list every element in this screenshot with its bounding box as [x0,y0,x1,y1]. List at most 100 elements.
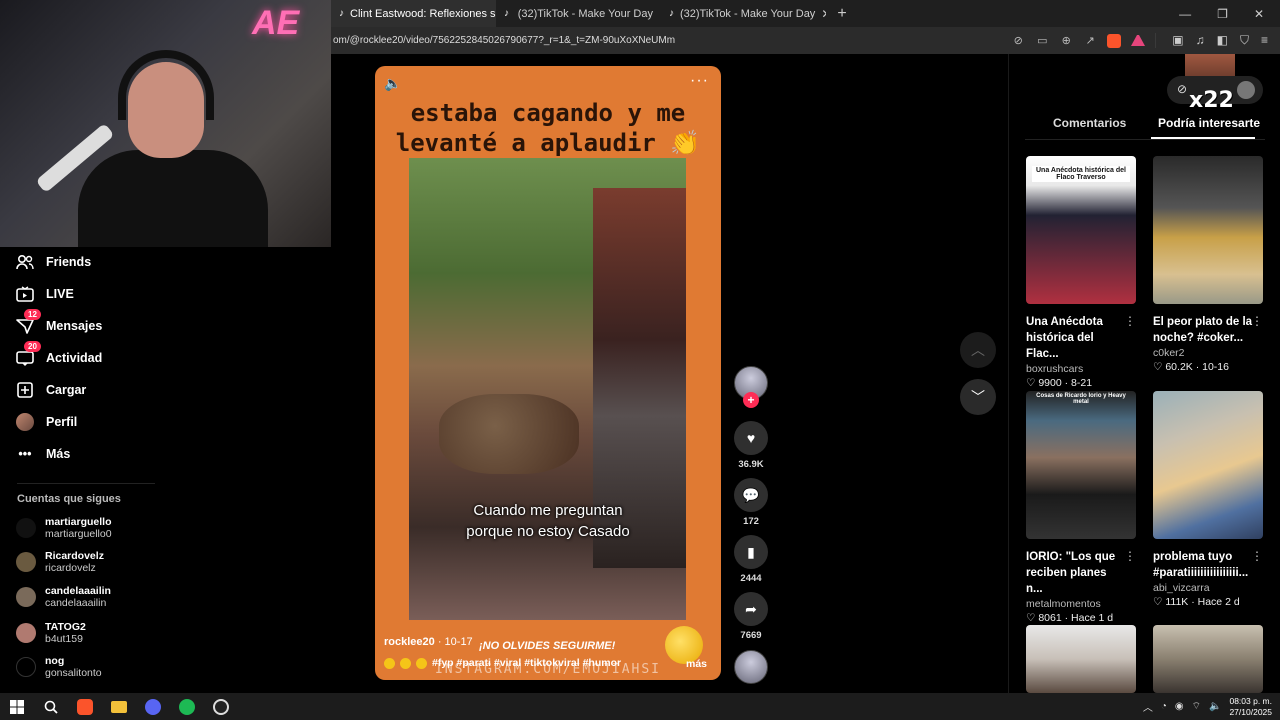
expand-description-button[interactable]: más [686,658,707,670]
vpn-icon[interactable]: ⛉ [1240,33,1249,48]
network-icon[interactable]: ◔ [1161,701,1167,712]
translate-icon[interactable]: ⊘ [1011,34,1025,47]
suggested-video-card[interactable]: problema tuyo #paratiiiiiiiiiiiiiiii... … [1153,391,1265,608]
like-button[interactable]: ♥ 36.9K [734,421,768,470]
zoom-icon[interactable]: ⊕ [1059,34,1073,47]
spotify-icon[interactable] [170,693,204,720]
avatar [16,587,36,607]
sidebar-item-live[interactable]: LIVE [16,285,74,303]
search-icon[interactable] [34,693,68,720]
tab-suggested[interactable]: Podría interesarte [1158,116,1260,130]
file-explorer-icon[interactable] [102,693,136,720]
sidebar-item-label: Más [46,447,71,461]
sidebar-item-label: Mensajes [46,319,103,333]
restore-icon[interactable]: ❐ [1217,7,1228,21]
tab-label: (32)TikTok - Make Your Day [680,7,816,20]
save-button[interactable]: ▮ 2444 [734,535,768,584]
url-text[interactable]: om/@rocklee20/video/7562252845026790677?… [331,35,675,46]
comment-button[interactable]: 💬 172 [734,478,768,527]
suggested-video-card[interactable]: Cosas de Ricardo Iorio y Heavy metal IOR… [1026,391,1138,624]
video-frame [409,158,686,620]
more-options-icon[interactable]: ⋮ [1251,314,1263,328]
headset [118,50,214,120]
heart-icon: ♡ [1153,596,1166,608]
browser-tab-2[interactable]: ♪ (32)TikTok - Make Your Day [496,0,661,27]
brave-rewards-icon[interactable] [1131,35,1146,46]
close-tab-icon[interactable]: ✕ [821,7,826,21]
volume-icon[interactable]: 🔈 [1209,701,1221,712]
share-arrow-icon: ➦ [734,592,768,626]
card-title: problema tuyo #paratiiiiiiiiiiiiiiii... [1153,551,1249,579]
sound-avatar[interactable] [734,650,768,684]
video-player[interactable]: 🔈 ··· estaba cagando y me levanté a apla… [375,66,721,680]
tab-comments[interactable]: Comentarios [1053,116,1126,130]
suggested-video-card[interactable] [1026,625,1138,693]
next-video-button[interactable]: ﹀ [960,379,996,415]
left-sidebar: Friends LIVE 12 Mensajes 20 Actividad Ca… [0,247,160,693]
card-title: Una Anécdota histórica del Flac... [1026,316,1103,360]
card-stats: ♡ 9900 · 8-21 [1026,377,1138,389]
more-options-icon[interactable]: ··· [690,72,709,90]
video-author[interactable]: rocklee20 · 10-17 [384,636,473,648]
start-button[interactable] [0,693,34,720]
volume-icon[interactable]: 🔈 [384,75,401,92]
new-tab-button[interactable]: + [832,5,852,23]
sidebar-item-messages[interactable]: 12 Mensajes [16,309,103,335]
chevron-up-icon[interactable]: ︿ [1143,699,1153,714]
wifi-icon[interactable]: ⌔ [1192,700,1201,713]
wallet-icon[interactable]: ▣ [1172,33,1183,48]
suggested-video-card[interactable] [1153,625,1265,693]
discord-icon[interactable] [136,693,170,720]
more-options-icon[interactable]: ⋮ [1251,549,1263,563]
more-options-icon[interactable]: ⋮ [1124,549,1136,563]
browser-toolbar-right: ▣ ♫ ◧ ⛉ ≡ [1155,33,1280,48]
suggested-video-card[interactable]: Una Anécdota histórica del Flaco Travers… [1026,156,1138,389]
brave-shields-icon[interactable] [1107,33,1122,48]
follow-plus-button[interactable]: + [743,392,759,408]
sidebar-item-more[interactable]: ••• Más [16,445,70,463]
clock-time: 08:03 p. m. [1229,695,1272,706]
picture-in-picture-icon[interactable]: ▭ [1035,34,1049,47]
minimize-icon[interactable]: — [1179,7,1191,21]
following-item[interactable]: martiarguello martiarguello0 [16,516,112,540]
title-line-1: estaba cagando y me [410,99,686,127]
brave-browser-icon[interactable] [68,693,102,720]
emoji-icon [384,657,395,669]
following-name: nog [45,655,65,667]
card-stats: ♡ 8061 · Hace 1 d [1026,612,1138,624]
timer-icon[interactable]: ⊘ [1177,82,1187,96]
following-item[interactable]: nog gonsalitonto [16,655,102,679]
clock[interactable]: 08:03 p. m. 27/10/2025 [1229,696,1272,718]
following-item[interactable]: candelaaailin candelaaailin [16,585,111,609]
previous-video-button[interactable]: ︿ [960,332,996,368]
close-window-icon[interactable]: ✕ [1254,7,1264,21]
heart-icon: ♥ [734,421,768,455]
obs-icon[interactable] [204,693,238,720]
avatar[interactable] [1237,81,1255,99]
following-name: Ricardovelz [45,550,104,562]
menu-icon[interactable]: ≡ [1261,33,1268,48]
avatar [16,518,36,538]
following-item[interactable]: Ricardovelz ricardovelz [16,550,104,574]
hashtags[interactable]: #fyp #parati #viral #tiktokviral #humor [432,657,621,669]
upload-icon [16,381,34,399]
author-name: rocklee20 [384,636,435,648]
activity-icon: 20 [16,341,41,367]
system-tray: ︿ ◔ ◉ ⌔ 🔈 08:03 p. m. 27/10/2025 [1143,696,1280,718]
browser-tab-1[interactable]: ♪ Clint Eastwood: Reflexiones s ✕ [331,0,496,27]
media-icon[interactable]: ♫ [1196,33,1205,48]
sidebar-item-activity[interactable]: 20 Actividad [16,341,102,367]
browser-tab-3[interactable]: ♪ (32)TikTok - Make Your Day ✕ [661,0,826,27]
panel-tabs: Comentarios Podría interesarte [1025,116,1265,140]
share-icon[interactable]: ↗ [1083,34,1097,47]
share-button[interactable]: ➦ 7669 [734,592,768,641]
sidebar-item-upload[interactable]: Cargar [16,381,86,399]
more-options-icon[interactable]: ⋮ [1124,314,1136,328]
sidebar-icon[interactable]: ◧ [1217,33,1228,48]
steam-icon[interactable]: ◉ [1175,701,1184,712]
sidebar-item-friends[interactable]: Friends [16,253,91,271]
sidebar-item-profile[interactable]: Perfil [16,413,77,431]
windows-taskbar: ︿ ◔ ◉ ⌔ 🔈 08:03 p. m. 27/10/2025 [0,693,1280,720]
following-item[interactable]: TATOG2 b4ut159 [16,621,86,645]
suggested-video-card[interactable]: El peor plato de la noche? #coker... ⋮ c… [1153,156,1265,373]
